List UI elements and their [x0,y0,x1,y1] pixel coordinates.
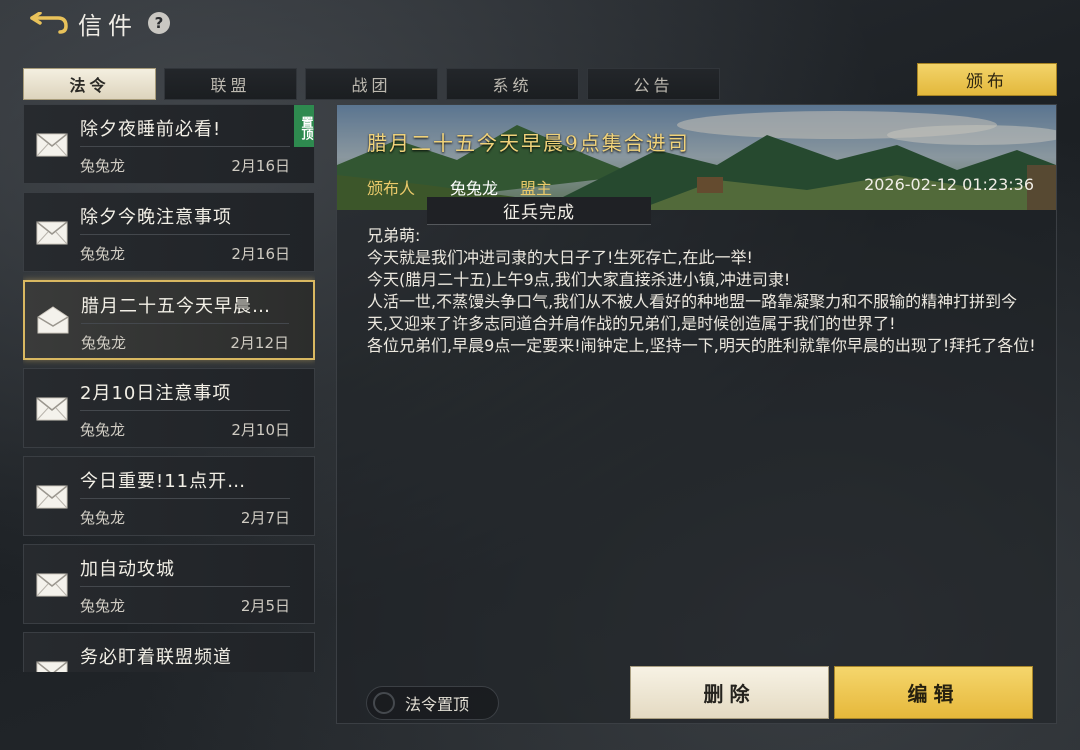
mail-subject: 加自动攻城 [80,559,175,580]
mail-list-item[interactable]: 今日重要!11点开… 兔兔龙 2月7日 [23,456,315,536]
envelope-icon [36,397,68,421]
tab-battle-group[interactable]: 战团 [305,68,438,100]
mail-body-line: 人活一世,不蒸馒头争口气,我们从不被人看好的种地盟一路靠凝聚力和不服输的精神打拼… [367,292,1018,333]
mail-date: 2月10日 [231,421,290,439]
mail-date: 2月16日 [231,245,290,263]
mail-body: 兄弟萌: 今天就是我们冲进司隶的大日子了!生死存亡,在此一举! 今天(腊月二十五… [367,225,1037,357]
mail-detail-timestamp: 2026-02-12 01:23:36 [864,175,1034,194]
mail-body-line: 今天(腊月二十五)上午9点,我们大家直接杀进小镇,冲进司隶! [367,270,791,289]
pin-decree-toggle[interactable]: 法令置顶 [366,686,499,720]
mail-date: 2月16日 [231,157,290,175]
tab-alliance[interactable]: 联盟 [164,68,297,100]
mail-date: 2月12日 [230,334,289,352]
publisher-label: 颁布人 [367,179,416,198]
tab-bar: 法令 联盟 战团 系统 公告 [23,68,728,100]
mail-list-item-selected[interactable]: 腊月二十五今天早晨… 兔兔龙 2月12日 [23,280,315,360]
envelope-icon [36,573,68,597]
mail-subject: 务必盯着联盟频道 [80,647,232,668]
mail-list: 除夕夜睡前必看! 兔兔龙 2月16日 置顶 除夕今晚注意事项 兔兔龙 2月16日… [23,104,315,672]
mail-detail-panel: 腊月二十五今天早晨9点集合进司 颁布人 兔兔龙 盟主 2026-02-12 01… [336,104,1057,724]
landscape-banner: 腊月二十五今天早晨9点集合进司 颁布人 兔兔龙 盟主 2026-02-12 01… [337,105,1056,210]
tab-decree[interactable]: 法令 [23,68,156,100]
back-arrow-icon[interactable] [26,8,70,38]
mail-sender: 兔兔龙 [80,157,126,175]
mail-sender: 兔兔龙 [80,421,126,439]
mail-date: 2月5日 [240,597,290,615]
mail-list-item[interactable]: 除夕今晚注意事项 兔兔龙 2月16日 [23,192,315,272]
divider [80,586,290,587]
status-tag: 征兵完成 [427,197,651,225]
mail-body-line: 各位兄弟们,早晨9点一定要来!闹钟定上,坚持一下,明天的胜利就靠你早晨的出现了!… [367,336,1036,355]
mail-subject: 今日重要!11点开… [80,471,247,492]
mail-subject: 除夕夜睡前必看! [80,119,222,140]
page-title: 信件 [78,11,138,40]
divider [80,146,290,147]
mail-list-item[interactable]: 加自动攻城 兔兔龙 2月5日 [23,544,315,624]
mail-sender: 兔兔龙 [80,509,126,527]
mail-list-item[interactable]: 除夕夜睡前必看! 兔兔龙 2月16日 置顶 [23,104,315,184]
tab-system[interactable]: 系统 [446,68,579,100]
publisher-name: 兔兔龙 [450,179,499,198]
divider [81,323,289,324]
mail-date: 2月7日 [240,509,290,527]
mail-sender: 兔兔龙 [80,245,126,263]
mail-subject: 除夕今晚注意事项 [80,207,232,228]
pinned-badge: 置顶 [294,105,314,147]
mail-sender: 兔兔龙 [81,334,127,352]
mail-detail-subject: 腊月二十五今天早晨9点集合进司 [367,131,690,155]
tab-announcement[interactable]: 公告 [587,68,720,100]
mail-subject: 2月10日注意事项 [80,383,232,404]
mail-subject: 腊月二十五今天早晨… [81,296,271,317]
envelope-icon [36,485,68,509]
mail-body-line: 兄弟萌: [367,226,421,245]
publish-button[interactable]: 颁布 [917,63,1057,96]
divider [80,410,290,411]
delete-button[interactable]: 删除 [630,666,829,719]
publisher-role: 盟主 [520,179,553,198]
divider [80,234,290,235]
open-envelope-icon [37,306,69,334]
mail-sender: 兔兔龙 [80,597,126,615]
mail-list-item[interactable]: 务必盯着联盟频道 [23,632,315,672]
mail-body-line: 今天就是我们冲进司隶的大日子了!生死存亡,在此一举! [367,248,753,267]
edit-button[interactable]: 编辑 [834,666,1033,719]
envelope-icon [36,221,68,245]
envelope-icon [36,133,68,157]
envelope-icon [36,661,68,672]
pin-toggle-label: 法令置顶 [405,695,470,714]
help-icon[interactable]: ? [148,12,170,34]
toggle-knob [373,692,395,714]
mail-list-item[interactable]: 2月10日注意事项 兔兔龙 2月10日 [23,368,315,448]
divider [80,498,290,499]
header: 信件 ? [26,6,170,40]
